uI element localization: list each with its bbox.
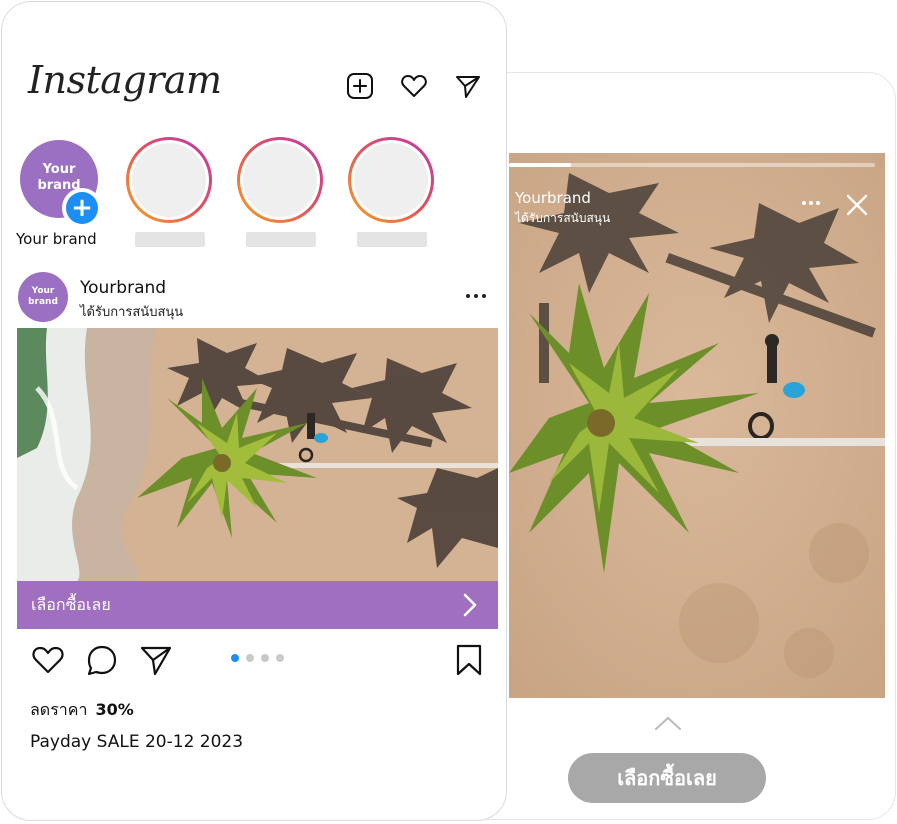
shop-now-label: เลือกซื้อเลย: [31, 594, 111, 614]
discount-text: ลดราคา 30%: [30, 698, 134, 723]
discount-label: ลดราคา: [30, 700, 88, 719]
post-username[interactable]: Yourbrand: [80, 278, 166, 298]
post-avatar[interactable]: Your brand: [18, 272, 68, 322]
story-username: Yourbrand: [515, 189, 591, 207]
plus-icon: +: [66, 192, 98, 224]
carousel-indicator: [231, 654, 284, 662]
post-sponsored-label: ได้รับการสนับสนุน: [80, 305, 184, 320]
close-icon[interactable]: [845, 193, 869, 217]
add-story-button[interactable]: +: [62, 188, 102, 228]
chevron-up-icon[interactable]: [653, 713, 683, 733]
story-name-placeholder: [357, 232, 427, 247]
more-options-icon[interactable]: [799, 191, 823, 215]
story-image[interactable]: [509, 153, 885, 698]
heart-icon[interactable]: [400, 72, 428, 100]
like-heart-icon[interactable]: [31, 643, 65, 677]
own-story-label: Your brand: [16, 230, 97, 248]
post-image[interactable]: [17, 328, 498, 582]
story-item[interactable]: [126, 137, 212, 223]
shop-now-bar[interactable]: เลือกซื้อเลย: [17, 581, 498, 629]
instagram-logo: Instagram: [28, 58, 222, 102]
carousel-dot: [276, 654, 284, 662]
story-card: Yourbrand ได้รับการสนับสนุน เลือกซื้อเลย: [452, 72, 896, 820]
story-sponsored-label: ได้รับการสนับสนุน: [515, 211, 611, 225]
bookmark-icon[interactable]: [452, 643, 486, 677]
story-item[interactable]: [237, 137, 323, 223]
more-options-icon[interactable]: [464, 286, 488, 306]
story-name-placeholder: [135, 232, 205, 247]
story-progress-bar: [509, 163, 875, 167]
feed-card: Instagram Your brand + Your brand Your b…: [1, 1, 507, 821]
post-caption: Payday SALE 20-12 2023: [30, 732, 244, 752]
comment-icon[interactable]: [85, 643, 119, 677]
share-icon[interactable]: [139, 643, 173, 677]
send-icon[interactable]: [454, 72, 482, 100]
chevron-right-icon: [463, 593, 477, 617]
new-post-icon[interactable]: [346, 72, 374, 100]
story-shop-now-button[interactable]: เลือกซื้อเลย: [568, 753, 766, 803]
carousel-dot: [261, 654, 269, 662]
carousel-dot: [231, 654, 239, 662]
story-progress-fill: [509, 163, 572, 167]
story-item[interactable]: [348, 137, 434, 223]
story-name-placeholder: [246, 232, 316, 247]
discount-value: 30%: [95, 700, 134, 719]
carousel-dot: [246, 654, 254, 662]
